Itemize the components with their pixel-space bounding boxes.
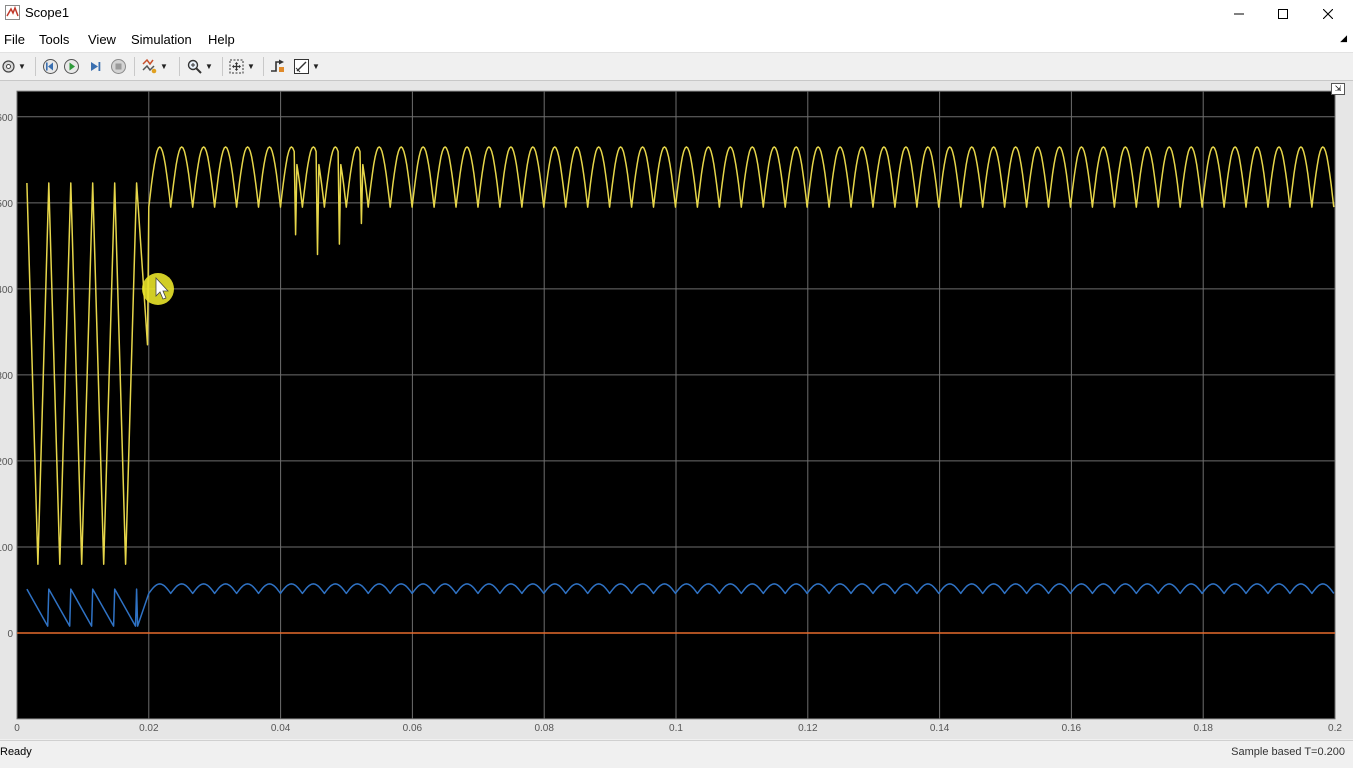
toolbar-separator: [35, 57, 36, 76]
window-title: Scope1: [25, 5, 70, 20]
zoom-dropdown-icon[interactable]: ▼: [205, 62, 213, 71]
maximize-icon: [1278, 8, 1288, 19]
y-tick-label: 200: [0, 457, 13, 468]
x-tick-label: 0.04: [271, 723, 291, 734]
close-icon: [1323, 8, 1333, 19]
step-forward-icon: [91, 62, 101, 71]
toolbar: ▼ ▼ ▼ ▼ ▼: [0, 53, 1353, 81]
run-button[interactable]: [63, 57, 80, 76]
autoscale-button[interactable]: ▼: [228, 57, 255, 76]
step-back-button[interactable]: [42, 57, 59, 76]
sample-time-label: Sample based T=0.200: [1231, 746, 1345, 758]
y-tick-labels: 0 100 200 300 400 500 600: [0, 113, 13, 640]
status-bar: Ready Sample based T=0.200: [0, 740, 1353, 768]
run-icon: [64, 59, 79, 74]
measurement-dropdown-icon[interactable]: ▼: [312, 62, 320, 71]
step-forward-button[interactable]: [87, 57, 104, 76]
toolbar-separator: [179, 57, 180, 76]
x-tick-label: 0.02: [139, 723, 159, 734]
mouse-cursor: [142, 273, 174, 305]
menu-bar: File Tools View Simulation Help ◢: [0, 27, 1353, 53]
menu-help[interactable]: Help: [208, 32, 235, 47]
menu-tools[interactable]: Tools: [39, 32, 69, 47]
measurement-icon: [294, 59, 309, 74]
scope-plot[interactable]: 0 100 200 300 400 500 600 0 0.02 0.04 0.06 0.08 0.1…: [0, 81, 1353, 739]
x-tick-labels: 0 0.02 0.04 0.06 0.08 0.1 0.12 0.14 0.16 0.18 0.2: [14, 723, 1342, 734]
menu-view[interactable]: View: [88, 32, 116, 47]
toolbar-separator: [222, 57, 223, 76]
minimize-icon: [1234, 13, 1244, 14]
settings-icon: [2, 60, 15, 73]
undock-icon[interactable]: ⇲: [1331, 83, 1345, 95]
minimize-button[interactable]: [1216, 0, 1262, 27]
autoscale-icon: [229, 59, 244, 74]
trigger-icon: [271, 59, 284, 72]
menu-simulation[interactable]: Simulation: [131, 32, 192, 47]
autoscale-dropdown-icon[interactable]: ▼: [247, 62, 255, 71]
x-tick-label: 0.16: [1062, 723, 1082, 734]
y-tick-label: 0: [7, 629, 13, 640]
y-tick-label: 500: [0, 199, 13, 210]
x-tick-label: 0.14: [930, 723, 950, 734]
stop-button[interactable]: [110, 57, 127, 76]
title-bar: Scope1: [0, 0, 1353, 27]
signal-button[interactable]: ▼: [141, 57, 168, 76]
status-text: Ready: [0, 746, 32, 758]
stop-icon: [111, 59, 126, 74]
x-tick-label: 0.08: [534, 723, 554, 734]
toolbar-separator: [134, 57, 135, 76]
signal-icon: [142, 58, 157, 74]
maximize-button[interactable]: [1260, 0, 1306, 27]
step-back-icon: [43, 59, 58, 74]
y-tick-label: 300: [0, 371, 13, 382]
measurement-button[interactable]: ▼: [293, 57, 320, 76]
y-tick-label: 100: [0, 543, 13, 554]
scope-app-icon: [5, 5, 20, 20]
x-tick-label: 0: [14, 723, 20, 734]
x-tick-label: 0.2: [1328, 723, 1342, 734]
settings-dropdown-icon[interactable]: ▼: [18, 62, 26, 71]
toolbar-separator: [263, 57, 264, 76]
x-tick-label: 0.06: [403, 723, 423, 734]
signal-dropdown-icon[interactable]: ▼: [160, 62, 168, 71]
menubar-dock-arrow-icon[interactable]: ◢: [1340, 33, 1347, 44]
zoom-icon: [187, 59, 202, 74]
scope-plot-area[interactable]: 0 100 200 300 400 500 600 0 0.02 0.04 0.06 0.08 0.1…: [0, 81, 1353, 739]
settings-button[interactable]: ▼: [1, 57, 26, 76]
x-tick-label: 0.1: [669, 723, 683, 734]
x-tick-label: 0.18: [1193, 723, 1213, 734]
y-tick-label: 400: [0, 285, 13, 296]
y-tick-label: 600: [0, 113, 13, 124]
x-tick-label: 0.12: [798, 723, 818, 734]
trigger-button[interactable]: [269, 57, 286, 76]
close-button[interactable]: [1305, 0, 1351, 27]
zoom-button[interactable]: ▼: [186, 57, 213, 76]
menu-file[interactable]: File: [4, 32, 25, 47]
